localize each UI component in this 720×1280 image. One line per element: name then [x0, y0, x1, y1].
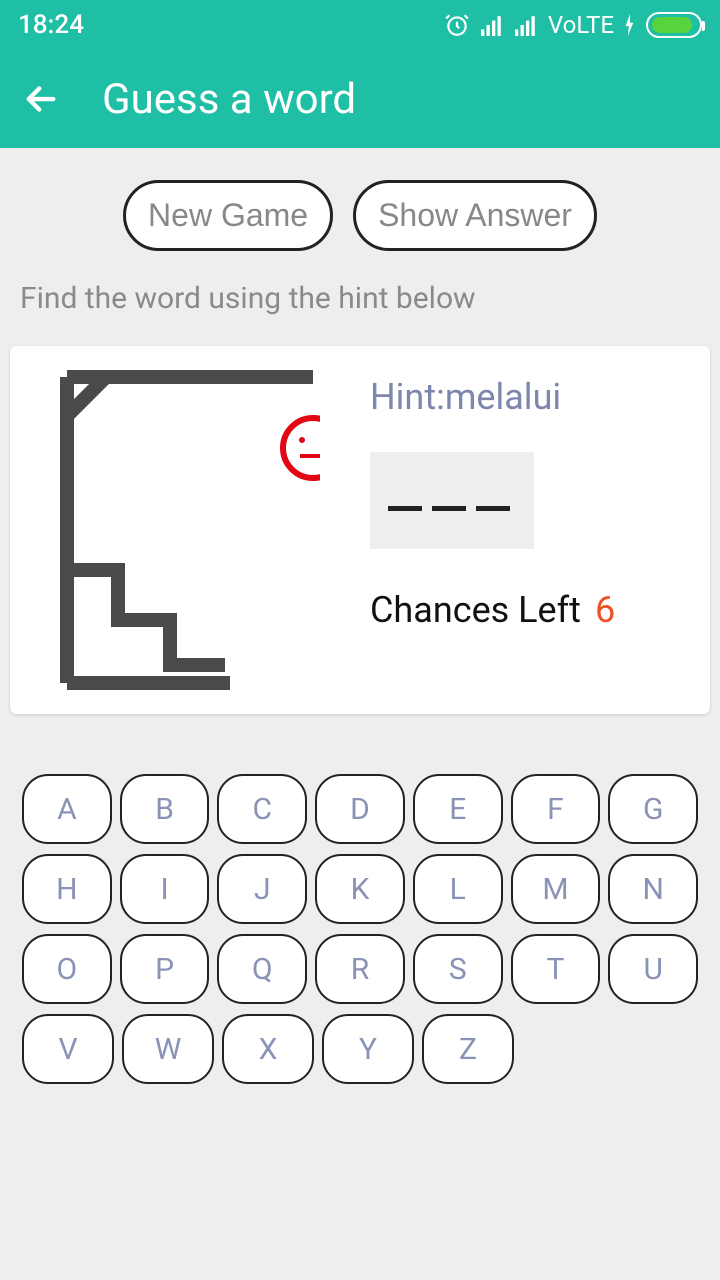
- charging-icon: [624, 14, 636, 36]
- status-icons: VoLTE: [444, 11, 702, 39]
- alarm-icon: [444, 12, 470, 38]
- key-c[interactable]: C: [217, 774, 307, 844]
- letter-blank: [388, 506, 422, 511]
- keyboard-row: HIJKLMN: [22, 854, 698, 924]
- letter-keyboard: ABCDEFG HIJKLMN OPQRSTU VWXYZ: [0, 714, 720, 1084]
- hint-label: Hint:: [370, 376, 445, 418]
- key-w[interactable]: W: [122, 1014, 214, 1084]
- key-z[interactable]: Z: [422, 1014, 514, 1084]
- letter-blank: [432, 506, 466, 511]
- key-y[interactable]: Y: [322, 1014, 414, 1084]
- chances-count: 6: [595, 589, 615, 631]
- action-button-row: New Game Show Answer: [0, 148, 720, 269]
- app-bar: Guess a word: [0, 50, 720, 148]
- hint-text: Hint:melalui: [370, 376, 561, 418]
- word-blanks: [370, 452, 534, 549]
- key-k[interactable]: K: [315, 854, 405, 924]
- signal-icon-2: [514, 14, 538, 36]
- key-m[interactable]: M: [511, 854, 601, 924]
- signal-icon: [480, 14, 504, 36]
- status-bar: 18:24 VoLTE: [0, 0, 720, 50]
- key-g[interactable]: G: [608, 774, 698, 844]
- key-h[interactable]: H: [22, 854, 112, 924]
- hint-value: melalui: [445, 376, 561, 418]
- keyboard-row: ABCDEFG: [22, 774, 698, 844]
- battery-icon: [646, 12, 702, 38]
- key-j[interactable]: J: [217, 854, 307, 924]
- key-e[interactable]: E: [413, 774, 503, 844]
- key-f[interactable]: F: [511, 774, 601, 844]
- key-v[interactable]: V: [22, 1014, 114, 1084]
- hangman-icon: [60, 370, 320, 690]
- key-n[interactable]: N: [608, 854, 698, 924]
- game-card: Hint:melalui Chances Left 6: [10, 346, 710, 714]
- key-b[interactable]: B: [120, 774, 210, 844]
- status-time: 18:24: [18, 10, 84, 40]
- key-p[interactable]: P: [120, 934, 210, 1004]
- key-a[interactable]: A: [22, 774, 112, 844]
- chances-row: Chances Left 6: [370, 589, 615, 631]
- keyboard-row: OPQRSTU: [22, 934, 698, 1004]
- key-r[interactable]: R: [315, 934, 405, 1004]
- key-x[interactable]: X: [222, 1014, 314, 1084]
- key-s[interactable]: S: [413, 934, 503, 1004]
- letter-blank: [476, 506, 510, 511]
- new-game-button[interactable]: New Game: [123, 180, 333, 251]
- key-u[interactable]: U: [608, 934, 698, 1004]
- key-d[interactable]: D: [315, 774, 405, 844]
- key-t[interactable]: T: [511, 934, 601, 1004]
- key-l[interactable]: L: [413, 854, 503, 924]
- keyboard-row: VWXYZ: [22, 1014, 698, 1084]
- network-label: VoLTE: [548, 11, 614, 39]
- key-q[interactable]: Q: [217, 934, 307, 1004]
- chances-label: Chances Left: [370, 589, 581, 631]
- game-info: Hint:melalui Chances Left 6: [370, 370, 670, 690]
- page-title: Guess a word: [102, 75, 356, 124]
- show-answer-button[interactable]: Show Answer: [353, 180, 597, 251]
- key-i[interactable]: I: [120, 854, 210, 924]
- hangman-figure: [60, 370, 320, 690]
- back-button[interactable]: [20, 78, 62, 120]
- key-o[interactable]: O: [22, 934, 112, 1004]
- instruction-text: Find the word using the hint below: [0, 269, 720, 346]
